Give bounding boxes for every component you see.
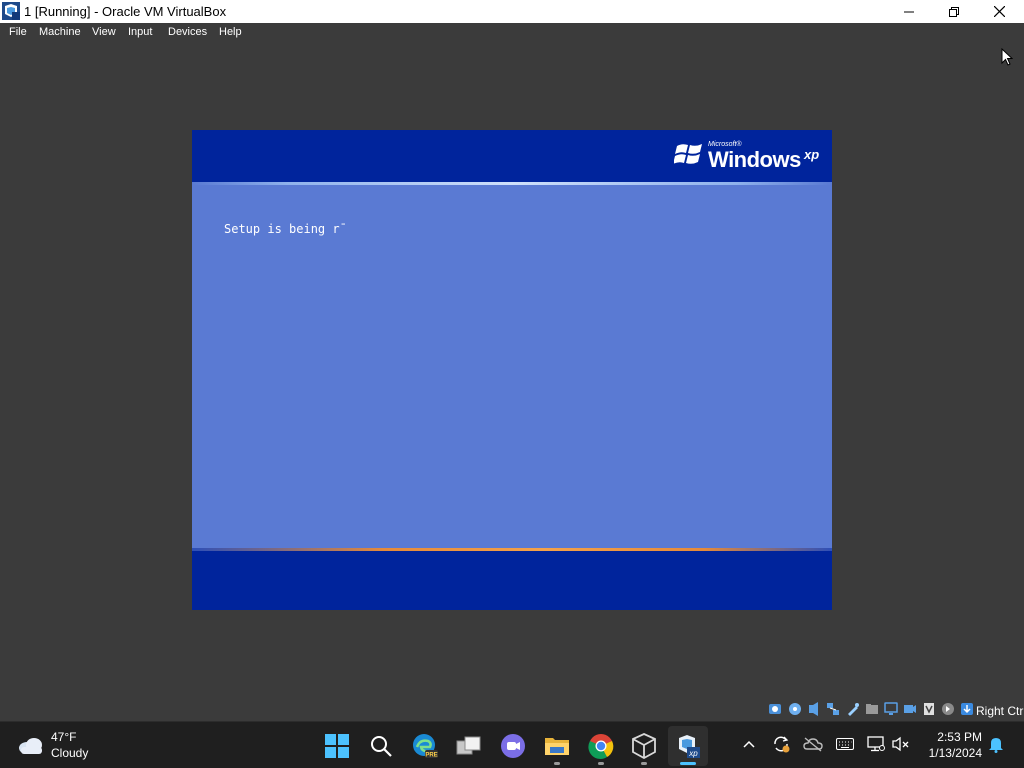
xp-setup-footer bbox=[192, 551, 832, 610]
header-divider bbox=[192, 182, 832, 185]
sync-icon bbox=[774, 736, 790, 753]
file-explorer-button[interactable] bbox=[537, 726, 577, 766]
keyboard-icon bbox=[836, 738, 854, 750]
xp-label: xp bbox=[804, 147, 820, 162]
task-view-button[interactable] bbox=[449, 726, 489, 766]
menu-bar: File Machine View Input Devices Help bbox=[0, 23, 1024, 42]
tray-overflow-button[interactable] bbox=[739, 734, 759, 754]
edge-pre-button[interactable]: PRE bbox=[405, 726, 445, 766]
weather-condition: Cloudy bbox=[51, 746, 89, 760]
windows-flag-icon bbox=[674, 144, 702, 164]
cloud-icon bbox=[19, 738, 42, 754]
edge-pre-badge: PRE bbox=[425, 753, 437, 759]
chrome-icon bbox=[588, 734, 614, 759]
virtualbox-button[interactable] bbox=[624, 726, 664, 766]
vm-window-button[interactable]: xp bbox=[668, 726, 708, 766]
menu-view[interactable]: View bbox=[92, 26, 116, 38]
menu-help[interactable]: Help bbox=[219, 26, 242, 38]
start-button[interactable] bbox=[317, 726, 357, 766]
chrome-button[interactable] bbox=[581, 726, 621, 766]
weather-temperature: 47°F bbox=[51, 730, 77, 744]
volume-muted-icon bbox=[892, 736, 909, 752]
recording-icon[interactable] bbox=[903, 702, 917, 716]
tray-onedrive[interactable] bbox=[803, 734, 823, 754]
windows-start-icon bbox=[325, 734, 349, 758]
optical-disk-icon[interactable] bbox=[788, 702, 802, 716]
search-icon bbox=[371, 736, 392, 757]
window-title: 1 [Running] - Oracle VM VirtualBox bbox=[24, 4, 227, 19]
clock-date: 1/13/2024 bbox=[928, 746, 982, 760]
usb-icon[interactable] bbox=[846, 702, 860, 716]
tray-sync[interactable] bbox=[771, 734, 791, 754]
menu-devices[interactable]: Devices bbox=[168, 26, 207, 38]
hard-disk-icon[interactable] bbox=[768, 702, 782, 716]
taskbar: 47°F Cloudy PRE xp 2:53 PM 1/13/2024 bbox=[0, 721, 1024, 768]
restore-icon bbox=[949, 6, 959, 17]
close-icon bbox=[993, 6, 1005, 17]
teams-chat-button[interactable] bbox=[493, 726, 533, 766]
onedrive-offline-icon bbox=[803, 737, 823, 752]
folder-icon bbox=[545, 738, 569, 755]
edge-pre-icon: PRE bbox=[413, 734, 438, 759]
clock-time: 2:53 PM bbox=[937, 730, 982, 744]
virtualbox-icon bbox=[632, 733, 656, 759]
vm-guest-display[interactable]: Microsoft® Windows xp Setup is being r¯ bbox=[192, 130, 832, 610]
bell-icon bbox=[989, 738, 1003, 753]
restore-button[interactable] bbox=[931, 0, 977, 23]
search-button[interactable] bbox=[361, 726, 401, 766]
shared-folders-icon[interactable] bbox=[865, 702, 879, 716]
xp-badge: xp bbox=[688, 749, 698, 758]
chevron-up-icon bbox=[743, 740, 755, 748]
mouse-cursor-icon bbox=[1001, 48, 1013, 66]
network-icon[interactable] bbox=[826, 702, 840, 716]
setup-status-text: Setup is being r¯ bbox=[224, 222, 347, 236]
minimize-button[interactable] bbox=[886, 0, 932, 23]
audio-icon[interactable] bbox=[807, 702, 821, 716]
tray-volume[interactable] bbox=[891, 734, 911, 754]
windows-xp-logo: Microsoft® Windows xp bbox=[672, 138, 822, 172]
minimize-icon bbox=[904, 11, 914, 12]
virtualbox-xp-icon bbox=[2, 2, 20, 20]
teams-chat-icon bbox=[501, 734, 525, 758]
vbox-status-bar: Right Ctrl bbox=[0, 700, 1024, 721]
menu-file[interactable]: File bbox=[9, 26, 27, 38]
task-view-icon bbox=[456, 736, 481, 755]
windows-label: Windows bbox=[708, 147, 801, 172]
notification-button[interactable] bbox=[986, 734, 1006, 754]
tray-keyboard[interactable] bbox=[835, 734, 855, 754]
running-indicator bbox=[641, 762, 647, 765]
close-button[interactable] bbox=[976, 0, 1022, 23]
virtualbox-xp-icon: xp bbox=[679, 735, 700, 758]
display-icon[interactable] bbox=[884, 702, 898, 716]
keyboard-capture-icon[interactable] bbox=[960, 702, 974, 716]
xp-setup-header: Microsoft® Windows xp bbox=[192, 130, 832, 182]
active-indicator bbox=[680, 762, 696, 765]
running-indicator bbox=[554, 762, 560, 765]
menu-machine[interactable]: Machine bbox=[39, 26, 81, 38]
cpu-virtualization-icon[interactable] bbox=[922, 702, 936, 716]
running-indicator bbox=[598, 762, 604, 765]
mouse-integration-icon[interactable] bbox=[941, 702, 955, 716]
tray-network[interactable] bbox=[866, 734, 886, 754]
menu-input[interactable]: Input bbox=[128, 26, 152, 38]
network-icon bbox=[867, 736, 885, 752]
host-key-label: Right Ctrl bbox=[976, 704, 1024, 718]
title-bar: 1 [Running] - Oracle VM VirtualBox bbox=[0, 0, 1024, 23]
